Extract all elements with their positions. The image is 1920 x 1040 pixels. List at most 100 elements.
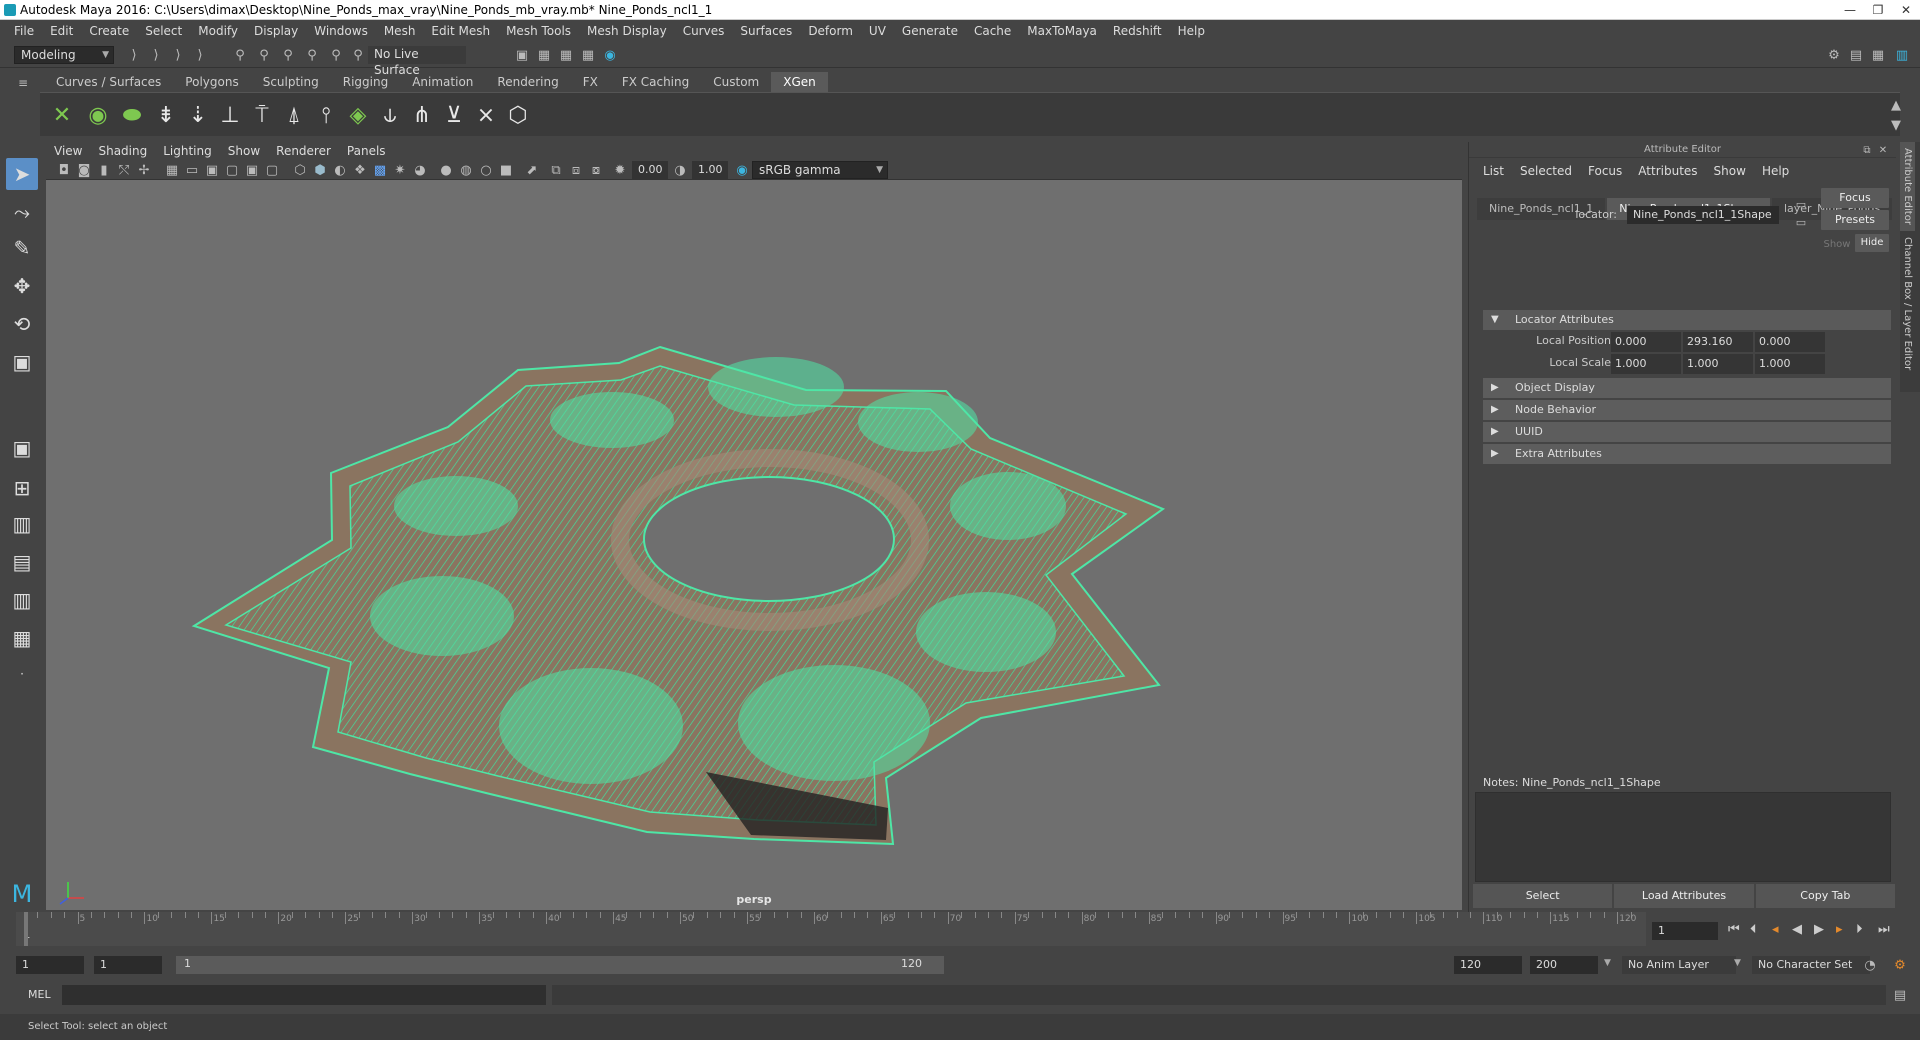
guide-lock-icon[interactable]: ⍋ <box>278 99 310 131</box>
playback-start-field[interactable]: 1 <box>94 956 162 974</box>
step-forward-frame-icon[interactable]: ▸ <box>1836 922 1843 937</box>
xray-joints-icon[interactable]: ⧈ <box>568 162 584 178</box>
vp-menu-show[interactable]: Show <box>220 142 268 160</box>
menu-redshift[interactable]: Redshift <box>1105 24 1170 38</box>
maximize-button[interactable]: ❐ <box>1864 0 1892 20</box>
tab-rendering[interactable]: Rendering <box>485 72 570 92</box>
go-to-end-icon[interactable]: ⏭ <box>1878 922 1890 937</box>
viewport-persp[interactable]: persp <box>46 180 1462 910</box>
anim-layer-dropdown[interactable]: No Anim Layer <box>1622 956 1736 974</box>
local-position-y[interactable]: 293.160 <box>1683 332 1753 352</box>
section-extra-attributes[interactable]: ▶ Extra Attributes <box>1483 444 1891 464</box>
vp-menu-renderer[interactable]: Renderer <box>268 142 339 160</box>
menu-modify[interactable]: Modify <box>190 24 246 38</box>
gamma-field[interactable]: 1.00 <box>692 161 728 179</box>
outliner-icon[interactable]: ▦ <box>1870 47 1886 63</box>
guide-spread-icon[interactable]: ⋔ <box>406 99 438 131</box>
menu-uv[interactable]: UV <box>861 24 894 38</box>
guide-sculpt-icon[interactable]: ⍑ <box>246 99 278 131</box>
focus-button[interactable]: Focus <box>1821 188 1889 208</box>
current-time-marker[interactable] <box>24 912 28 946</box>
film-gate-icon[interactable]: ▭ <box>184 162 200 178</box>
persp-graph-icon[interactable]: ▤ <box>6 546 38 578</box>
local-scale-z[interactable]: 1.000 <box>1755 354 1825 374</box>
textured-icon[interactable]: ❖ <box>352 162 368 178</box>
camera-icon[interactable]: ◘ <box>56 162 72 178</box>
field-chart-icon[interactable]: ▣ <box>244 162 260 178</box>
menu-create[interactable]: Create <box>81 24 137 38</box>
script-editor-icon[interactable]: ▤ <box>1892 987 1908 1003</box>
section-object-display[interactable]: ▶ Object Display <box>1483 378 1891 398</box>
command-input[interactable] <box>62 985 546 1005</box>
play-forwards-icon[interactable]: ▶ <box>1814 922 1824 937</box>
snap-grid-icon[interactable]: ⚲ <box>304 47 320 63</box>
chevron-down-icon[interactable]: ▼ <box>1734 958 1741 968</box>
go-to-start-icon[interactable]: ⏮ <box>1728 922 1740 937</box>
play-backwards-icon[interactable]: ◀ <box>1792 922 1802 937</box>
vp-menu-lighting[interactable]: Lighting <box>155 142 220 160</box>
guide-bend-icon[interactable]: ⫝ <box>374 99 406 131</box>
guide-length-icon[interactable]: ⊥ <box>214 99 246 131</box>
load-attributes-button[interactable]: Load Attributes <box>1614 884 1754 908</box>
select-object-icon[interactable]: ⚲ <box>256 47 272 63</box>
menu-edit-mesh[interactable]: Edit Mesh <box>423 24 498 38</box>
tab-custom[interactable]: Custom <box>701 72 771 92</box>
isolate-select-icon[interactable]: ⬈ <box>524 162 540 178</box>
redo-icon[interactable]: ⟩ <box>192 47 208 63</box>
add-guide-icon[interactable]: ⇣ <box>182 99 214 131</box>
menu-maxtomaya[interactable]: MaxToMaya <box>1019 24 1105 38</box>
shadows-icon[interactable]: ◕ <box>412 162 428 178</box>
tab-curves-surfaces[interactable]: Curves / Surfaces <box>44 72 173 92</box>
guide-layer-icon[interactable]: ◈ <box>342 99 374 131</box>
ae-menu-focus[interactable]: Focus <box>1580 164 1630 178</box>
shelf-scroll-up-icon[interactable]: ▲ <box>1888 97 1904 113</box>
view-transform-dropdown[interactable]: sRGB gamma ▼ <box>752 161 888 179</box>
bookmark-icon[interactable]: ▮ <box>96 162 112 178</box>
show-button[interactable]: Show <box>1821 236 1853 254</box>
single-view-icon[interactable]: ▣ <box>6 432 38 464</box>
exposure-icon[interactable]: ✹ <box>612 162 628 178</box>
menu-deform[interactable]: Deform <box>800 24 861 38</box>
lasso-tool-icon[interactable]: ⤳ <box>6 196 38 228</box>
tab-sculpting[interactable]: Sculpting <box>251 72 331 92</box>
camera-attr-icon[interactable]: ◙ <box>76 162 92 178</box>
shelf-menu-icon[interactable]: ≡ <box>18 76 34 92</box>
time-slider[interactable]: 5 10 15 20 25 30 35 40 45 50 55 60 65 70 75 80 85 90 95 100… <box>16 912 1646 946</box>
notes-textarea[interactable] <box>1475 792 1891 882</box>
menu-generate[interactable]: Generate <box>894 24 966 38</box>
auto-key-icon[interactable]: ◔ <box>1862 957 1878 973</box>
render-settings-icon[interactable]: ▦ <box>580 47 596 63</box>
wireframe-icon[interactable]: ⬡ <box>292 162 308 178</box>
local-position-z[interactable]: 0.000 <box>1755 332 1825 352</box>
place-guide-icon[interactable]: ⇟ <box>150 99 182 131</box>
safe-action-icon[interactable]: ▢ <box>264 162 280 178</box>
ipr-render-icon[interactable]: ▦ <box>558 47 574 63</box>
menu-help[interactable]: Help <box>1170 24 1213 38</box>
step-back-key-icon[interactable]: ⏴ <box>1750 922 1757 937</box>
wireframe-on-shaded-icon[interactable]: ▩ <box>372 162 388 178</box>
range-slider[interactable]: 1 120 <box>176 956 944 974</box>
color-management-icon[interactable]: ◉ <box>734 162 750 178</box>
render-view-icon[interactable]: ▣ <box>514 47 530 63</box>
tab-fx[interactable]: FX <box>571 72 610 92</box>
paint-select-icon[interactable]: ✎ <box>6 232 38 264</box>
float-panel-icon[interactable]: ⧉ <box>1859 142 1875 158</box>
step-forward-key-icon[interactable]: ⏵ <box>1856 922 1863 937</box>
local-scale-x[interactable]: 1.000 <box>1611 354 1681 374</box>
lights-icon[interactable]: ✷ <box>392 162 408 178</box>
menu-mesh[interactable]: Mesh <box>376 24 424 38</box>
tab-fx-caching[interactable]: FX Caching <box>610 72 701 92</box>
ambient-occlusion-icon[interactable]: ● <box>438 162 454 178</box>
gamma-icon[interactable]: ◑ <box>672 162 688 178</box>
panel-layout-icon[interactable]: ▤ <box>1848 47 1864 63</box>
select-tool-icon[interactable]: ➤ <box>6 158 38 190</box>
local-position-x[interactable]: 0.000 <box>1611 332 1681 352</box>
menu-edit[interactable]: Edit <box>42 24 81 38</box>
undo-icon[interactable]: ⟩ <box>170 47 186 63</box>
ae-menu-list[interactable]: List <box>1475 164 1512 178</box>
ae-menu-help[interactable]: Help <box>1754 164 1797 178</box>
ae-select-button[interactable]: Select <box>1473 884 1613 908</box>
playback-end-field[interactable]: 120 <box>1454 956 1522 974</box>
command-language-label[interactable]: MEL <box>28 988 51 1001</box>
snap-point-icon[interactable]: ⚲ <box>350 47 366 63</box>
